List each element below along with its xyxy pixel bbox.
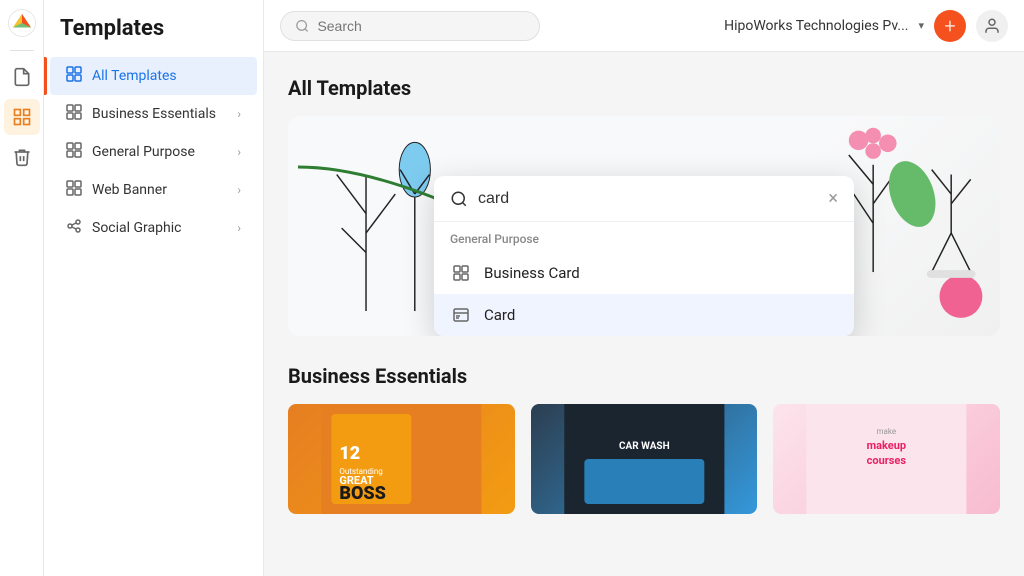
svg-text:courses: courses — [867, 454, 907, 467]
company-dropdown-arrow[interactable]: ▾ — [918, 19, 924, 32]
svg-text:12: 12 — [339, 443, 360, 464]
sidebar-icon-document[interactable] — [4, 59, 40, 95]
dropdown-section-label: General Purpose — [434, 222, 854, 252]
content-area: All Templates — [264, 52, 1024, 576]
sidebar-icon-templates[interactable] — [4, 99, 40, 135]
card-icon — [450, 304, 472, 326]
topbar: HipoWorks Technologies Pv... ▾ + — [264, 0, 1024, 52]
app-logo[interactable] — [7, 8, 37, 42]
sidebar-item-general-purpose[interactable]: General Purpose › — [50, 133, 257, 171]
business-card-icon — [450, 262, 472, 284]
sidebar-item-label: Social Graphic — [92, 220, 181, 236]
sidebar-title: Templates — [44, 16, 263, 57]
sidebar-item-social-graphic[interactable]: Social Graphic › — [50, 209, 257, 247]
all-templates-icon — [66, 66, 82, 86]
svg-text:BOSS: BOSS — [339, 483, 386, 504]
social-graphic-icon — [66, 218, 82, 238]
divider — [10, 50, 34, 51]
template-card-1[interactable]: 12 Outstanding GREAT BOSS — [288, 404, 515, 514]
main-area: HipoWorks Technologies Pv... ▾ + All Tem… — [264, 0, 1024, 576]
sidebar-item-web-banner[interactable]: Web Banner › — [50, 171, 257, 209]
search-input[interactable] — [317, 18, 525, 34]
card-label: Card — [484, 306, 515, 324]
template-card-2[interactable]: CAR WASH — [531, 404, 758, 514]
svg-text:CAR WASH: CAR WASH — [619, 441, 670, 452]
sidebar-icon-trash[interactable] — [4, 139, 40, 175]
general-purpose-icon — [66, 142, 82, 162]
search-dropdown: × General Purpose Business Card — [434, 176, 854, 336]
svg-text:make: make — [877, 427, 897, 436]
sidebar-item-label: Web Banner — [92, 182, 167, 198]
hero-banner: Create beautiful documents × General Pur… — [288, 116, 1000, 336]
icon-bar — [0, 0, 44, 576]
svg-text:makeup: makeup — [867, 439, 906, 452]
company-name: HipoWorks Technologies Pv... — [724, 18, 908, 34]
close-icon[interactable]: × — [828, 188, 838, 209]
topbar-right: HipoWorks Technologies Pv... ▾ + — [724, 10, 1008, 42]
business-essentials-section: Business Essentials 12 Outstanding GREAT… — [288, 364, 1000, 514]
add-button[interactable]: + — [934, 10, 966, 42]
sidebar-item-all-templates[interactable]: All Templates — [50, 57, 257, 95]
dropdown-search-input[interactable] — [478, 190, 818, 208]
business-essentials-icon — [66, 104, 82, 124]
sidebar-item-label: General Purpose — [92, 144, 195, 160]
sidebar-item-label: Business Essentials — [92, 106, 216, 122]
be-section-title: Business Essentials — [288, 364, 1000, 388]
dropdown-search-icon — [450, 190, 468, 208]
template-card-3[interactable]: make makeup courses — [773, 404, 1000, 514]
search-box[interactable] — [280, 11, 540, 41]
search-icon — [295, 18, 309, 34]
chevron-icon: › — [237, 145, 241, 159]
dropdown-search-box: × — [434, 176, 854, 222]
dropdown-result-card[interactable]: Card — [434, 294, 854, 336]
chevron-icon: › — [237, 107, 241, 121]
chevron-icon: › — [237, 183, 241, 197]
template-card-row: 12 Outstanding GREAT BOSS CAR WASH — [288, 404, 1000, 514]
chevron-icon: › — [237, 221, 241, 235]
sidebar-item-label: All Templates — [92, 68, 177, 84]
web-banner-icon — [66, 180, 82, 200]
business-card-label: Business Card — [484, 264, 580, 282]
sidebar-item-business-essentials[interactable]: Business Essentials › — [50, 95, 257, 133]
page-title: All Templates — [288, 76, 1000, 100]
dropdown-result-business-card[interactable]: Business Card — [434, 252, 854, 294]
sidebar: Templates All Templates Business Essenti… — [44, 0, 264, 576]
user-icon[interactable] — [976, 10, 1008, 42]
